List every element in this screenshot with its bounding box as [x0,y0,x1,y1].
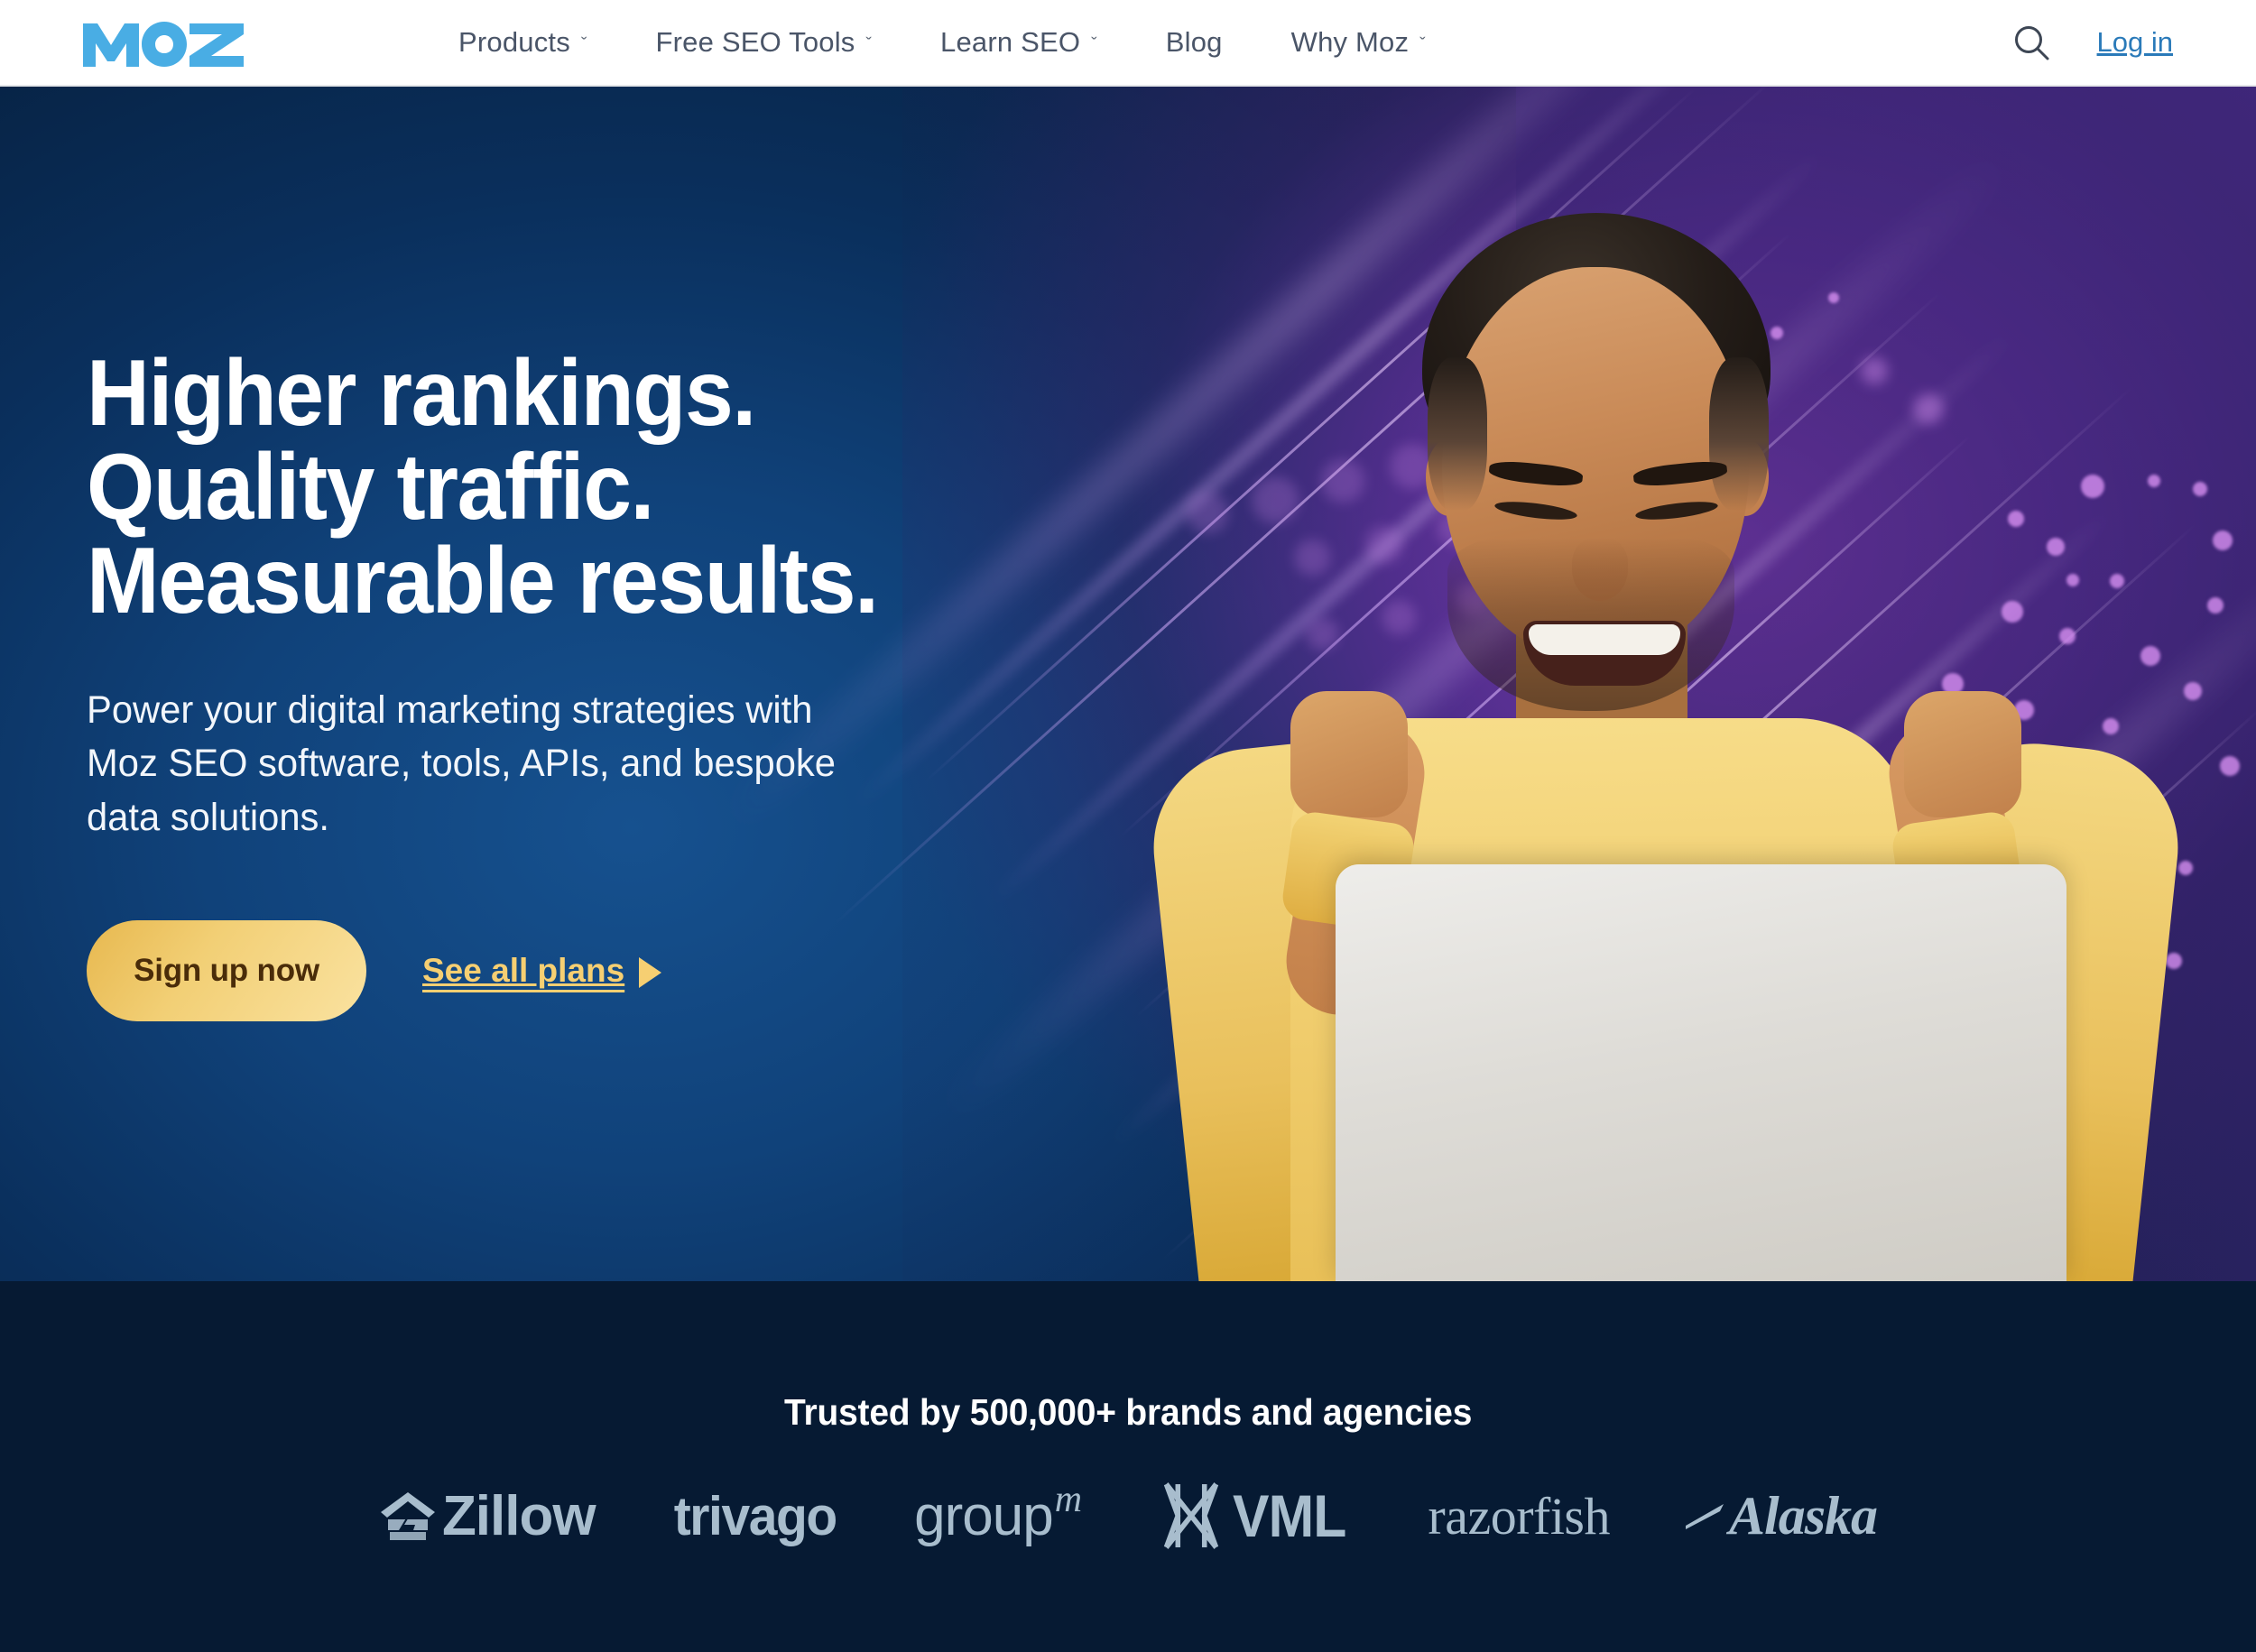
login-link[interactable]: Log in [2097,26,2173,59]
search-icon [2014,26,2049,60]
nav-item-why-moz-label: Why Moz [1290,26,1410,58]
vml-mark-icon [1163,1482,1219,1549]
nav-link-list: Products ˇ Free SEO Tools ˇ Learn SEO ˇ … [424,26,1460,59]
nav-item-free-seo-tools-label: Free SEO Tools [655,26,855,58]
hero-cta-group: Sign up now See all plans [87,919,1170,1021]
laptop-lid [1336,864,2066,1281]
nav-item-free-seo-tools[interactable]: Free SEO Tools ˇ [621,26,906,59]
brand-label-alaska: Alaska [1729,1485,1878,1546]
top-navigation-bar: Products ˇ Free SEO Tools ˇ Learn SEO ˇ … [0,0,2256,87]
sign-up-now-button[interactable]: Sign up now [87,919,366,1021]
nav-item-learn-seo-label: Learn SEO [940,26,1081,58]
zillow-house-icon [380,1492,435,1540]
search-button[interactable] [2011,22,2052,63]
hero-subheadline-line-3: data solutions. [87,795,329,839]
brand-label-groupm: group [914,1484,1054,1547]
person-mouth [1523,621,1686,686]
hero-person-illustration [1065,87,2256,1281]
brand-label-vml: VML [1233,1482,1346,1549]
hero-section: Higher rankings. Quality traffic. Measur… [0,87,2256,1281]
nav-item-why-moz[interactable]: Why Moz ˇ [1257,26,1460,59]
brand-logo-razorfish: razorfish [1428,1486,1610,1546]
brand-label-groupm-superscript: m [1054,1479,1082,1520]
play-triangle-icon [639,956,662,988]
person-fist-left [1290,691,1408,817]
brand-logo-groupm: group m [914,1479,1082,1548]
nav-item-products-label: Products [458,26,570,58]
person-nose [1572,538,1628,601]
nav-item-learn-seo[interactable]: Learn SEO ˇ [906,26,1132,59]
brand-label-trivago: trivago [673,1485,837,1546]
hero-headline-line-1: Higher rankings. [87,341,756,446]
brand-logo-alaska: Alaska [1684,1485,1878,1547]
brand-logo-zillow: Zillow [379,1484,596,1548]
chevron-down-icon: ˇ [1419,35,1426,54]
brand-logo-trivago: trivago [673,1485,837,1547]
nav-item-products[interactable]: Products ˇ [424,26,621,59]
moz-logo[interactable] [83,16,244,69]
brand-label-zillow: Zillow [441,1484,596,1547]
person-fist-right [1904,691,2021,817]
nav-item-blog[interactable]: Blog [1132,26,1257,59]
chevron-down-icon: ˇ [1091,35,1097,54]
trusted-by-section: Trusted by 500,000+ brands and agencies … [0,1281,2256,1652]
nav-item-blog-label: Blog [1165,26,1223,58]
person-teeth [1529,624,1680,655]
alaska-swoosh-icon [1686,1504,1724,1529]
chevron-down-icon: ˇ [865,35,873,54]
person-hairline-left [1428,357,1487,511]
brand-label-razorfish: razorfish [1428,1486,1611,1546]
hero-subheadline-line-1: Power your digital marketing strategies … [87,688,813,732]
see-all-plans-label: See all plans [422,951,625,989]
moz-logo-icon [83,22,244,67]
nav-right-group: Log in [2011,22,2173,63]
hero-headline-line-3: Measurable results. [87,529,879,633]
see-all-plans-link[interactable]: See all plans [422,951,662,990]
hero-subheadline-line-2: Moz SEO software, tools, APIs, and bespo… [87,742,836,786]
brand-logo-vml: VML [1161,1481,1346,1551]
hero-headline: Higher rankings. Quality traffic. Measur… [87,346,1094,628]
chevron-down-icon: ˇ [580,35,587,54]
hero-subheadline: Power your digital marketing strategies … [87,684,1059,844]
hero-content: Higher rankings. Quality traffic. Measur… [87,87,1170,1281]
brand-logo-row: Zillow trivago group m VML razorfish Ala… [199,1479,2057,1551]
hero-headline-line-2: Quality traffic. [87,435,654,540]
person-hairline-right [1709,357,1769,511]
trusted-by-heading: Trusted by 500,000+ brands and agencies [783,1391,1473,1433]
